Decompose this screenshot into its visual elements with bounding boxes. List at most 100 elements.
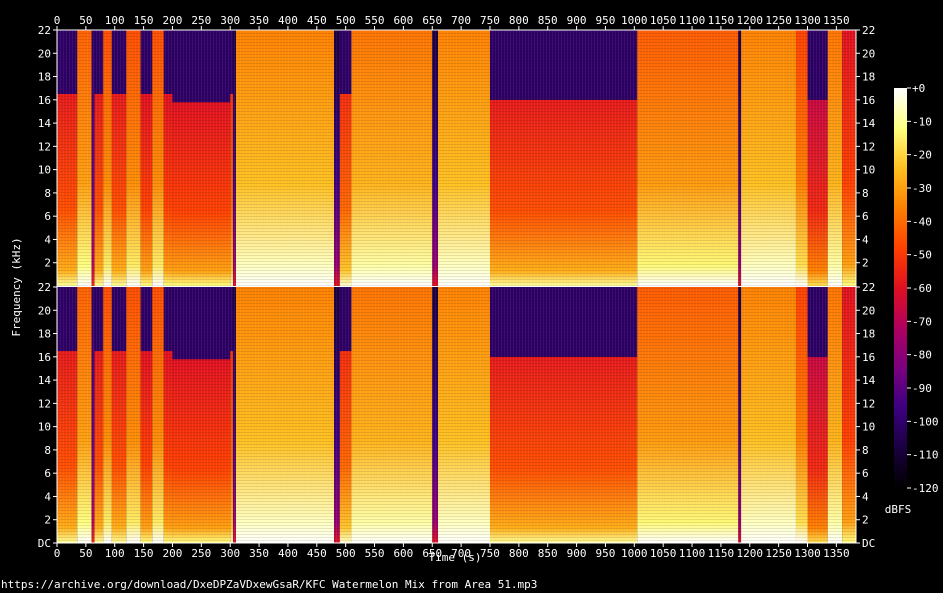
colorbar-tick-label: +0 — [912, 82, 925, 95]
x-tick-label-bottom: 600 — [393, 547, 413, 560]
x-tick-label-top: 350 — [249, 14, 269, 27]
x-tick-label-top: 1050 — [650, 14, 677, 27]
y-tick-label-left: DC — [38, 537, 51, 550]
x-tick-label-bottom: 1100 — [679, 547, 706, 560]
colorbar-tick-label: -60 — [912, 282, 932, 295]
x-tick-label-top: 550 — [365, 14, 385, 27]
y-tick-label-right: 12 — [862, 140, 875, 153]
y-tick-label-left: 12 — [38, 140, 51, 153]
y-tick-label-left: 18 — [38, 328, 51, 341]
x-tick-label-top: 950 — [596, 14, 616, 27]
y-tick-label-right: DC — [862, 537, 875, 550]
x-tick-label-top: 1250 — [765, 14, 792, 27]
colorbar-tick-label: -110 — [912, 449, 939, 462]
y-tick-label-right: 2 — [862, 514, 869, 527]
y-tick-label-left: 20 — [38, 304, 51, 317]
x-tick-label-bottom: 150 — [134, 547, 154, 560]
x-tick-label-bottom: 850 — [538, 547, 558, 560]
x-tick-label-top: 650 — [422, 14, 442, 27]
y-tick-label-left: 10 — [38, 164, 51, 177]
y-tick-label-left: 12 — [38, 397, 51, 410]
y-tick-label-right: 12 — [862, 397, 875, 410]
x-tick-label-bottom: 50 — [79, 547, 92, 560]
x-tick-label-bottom: 1050 — [650, 547, 677, 560]
x-tick-label-bottom: 1200 — [737, 547, 764, 560]
y-tick-label-left: 22 — [38, 281, 51, 294]
x-tick-label-top: 400 — [278, 14, 298, 27]
y-tick-label-right: 16 — [862, 94, 875, 107]
x-tick-label-top: 700 — [451, 14, 471, 27]
y-tick-label-right: 6 — [862, 210, 869, 223]
x-tick-label-bottom: 200 — [163, 547, 183, 560]
x-tick-label-top: 1150 — [708, 14, 735, 27]
colorbar-ticks: +0 -10 -20 -30 -40 -50 -60 -70 -80 -90 -100 -110 -12… — [907, 82, 939, 495]
y-tick-label-right: 8 — [862, 187, 869, 200]
y-tick-label-right: 10 — [862, 164, 875, 177]
x-tick-label-bottom: 800 — [509, 547, 529, 560]
x-tick-label-bottom: 550 — [365, 547, 385, 560]
x-tick-label-top: 1000 — [621, 14, 648, 27]
channel-2-spectrogram — [57, 287, 856, 543]
colorbar: +0 -10 -20 -30 -40 -50 -60 -70 -80 -90 -100 -110 -12… — [885, 82, 939, 516]
x-tick-label-top: 300 — [220, 14, 240, 27]
x-tick-label-top: 1350 — [823, 14, 850, 27]
y-tick-label-left: 2 — [44, 257, 51, 270]
x-tick-label-bottom: 250 — [191, 547, 211, 560]
x-tick-label-bottom: 1300 — [794, 547, 821, 560]
y-tick-label-left: 14 — [38, 374, 52, 387]
x-tick-label-bottom: 400 — [278, 547, 298, 560]
x-tick-label-bottom: 950 — [596, 547, 616, 560]
y-tick-label-right: 22 — [862, 24, 875, 37]
y-tick-label-left: 6 — [44, 467, 51, 480]
y-axis-label: Frequency (kHz) — [10, 237, 23, 336]
x-tick-label-bottom: 900 — [567, 547, 587, 560]
x-tick-label-top: 750 — [480, 14, 500, 27]
x-tick-label-bottom: 450 — [307, 547, 327, 560]
y-tick-label-left: 8 — [44, 187, 51, 200]
y-tick-label-right: 18 — [862, 71, 875, 84]
x-tick-label-top: 500 — [336, 14, 356, 27]
y-tick-label-left: 2 — [44, 514, 51, 527]
x-tick-label-bottom: 1000 — [621, 547, 648, 560]
x-tick-label-top: 250 — [191, 14, 211, 27]
x-tick-label-bottom: 350 — [249, 547, 269, 560]
colorbar-gradient — [894, 88, 907, 488]
y-tick-label-right: 22 — [862, 281, 875, 294]
x-tick-label-bottom: 1250 — [765, 547, 792, 560]
y-tick-label-left: 20 — [38, 47, 51, 60]
colorbar-tick-label: -40 — [912, 215, 932, 228]
x-tick-label-bottom: 300 — [220, 547, 240, 560]
spectrogram-figure: 0 0 50 50 100 100 150 150 200 200 250 250 300 300 350 3… — [10, 14, 939, 564]
y-tick-label-right: 10 — [862, 421, 875, 434]
x-tick-label-top: 850 — [538, 14, 558, 27]
y-tick-label-right: 4 — [862, 233, 869, 246]
y-tick-label-left: 6 — [44, 210, 51, 223]
x-tick-label-bottom: 100 — [105, 547, 125, 560]
x-tick-label-top: 0 — [54, 14, 61, 27]
colorbar-tick-label: -90 — [912, 382, 932, 395]
y-tick-label-left: 22 — [38, 24, 51, 37]
colorbar-tick-label: -120 — [912, 482, 939, 495]
y-tick-label-right: 6 — [862, 467, 869, 480]
x-tick-label-bottom: 750 — [480, 547, 500, 560]
x-tick-label-top: 150 — [134, 14, 154, 27]
x-tick-label-top: 450 — [307, 14, 327, 27]
colorbar-tick-label: -100 — [912, 415, 939, 428]
x-tick-label-top: 800 — [509, 14, 529, 27]
x-tick-label-top: 900 — [567, 14, 587, 27]
x-tick-label-bottom: 0 — [54, 547, 61, 560]
x-axis-label: Time (s) — [429, 551, 482, 564]
y-tick-label-left: 16 — [38, 351, 51, 364]
colorbar-tick-label: -10 — [912, 115, 932, 128]
colorbar-tick-label: -80 — [912, 349, 932, 362]
x-tick-label-top: 1100 — [679, 14, 706, 27]
y-tick-label-left: 8 — [44, 444, 51, 457]
y-tick-label-left: 4 — [44, 490, 51, 503]
x-tick-label-bottom: 500 — [336, 547, 356, 560]
x-tick-label-top: 600 — [393, 14, 413, 27]
y-tick-label-right: 2 — [862, 257, 869, 270]
x-tick-label-bottom: 1350 — [823, 547, 850, 560]
y-tick-label-left: 4 — [44, 233, 51, 246]
x-tick-label-bottom: 1150 — [708, 547, 735, 560]
y-tick-label-left: 14 — [38, 117, 52, 130]
